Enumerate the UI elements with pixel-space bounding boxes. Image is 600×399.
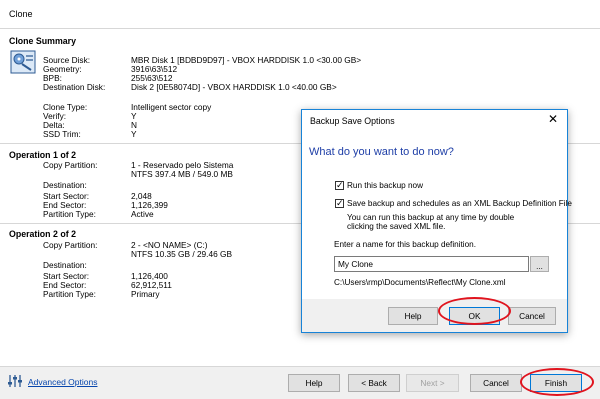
- close-icon[interactable]: ✕: [548, 112, 558, 126]
- finish-button[interactable]: Finish: [530, 374, 582, 392]
- sliders-icon[interactable]: [7, 374, 23, 388]
- back-button[interactable]: < Back: [348, 374, 400, 392]
- dialog-ok-button[interactable]: OK: [449, 307, 500, 325]
- op2-copy-partition-detail: NTFS 10.35 GB / 29.46 GB: [131, 249, 232, 259]
- name-prompt: Enter a name for this backup definition.: [334, 240, 476, 249]
- clone-type-value: Intelligent sector copy: [131, 102, 212, 112]
- save-xml-label: Save backup and schedules as an XML Back…: [347, 199, 572, 208]
- disk-clone-icon: [10, 50, 36, 74]
- ssd-trim-label: SSD Trim:: [43, 129, 81, 139]
- op2-partition-type-value: Primary: [131, 289, 160, 299]
- save-xml-checkbox[interactable]: ✓: [335, 198, 344, 208]
- help-button[interactable]: Help: [288, 374, 340, 392]
- clone-summary-heading: Clone Summary: [9, 36, 76, 46]
- op2-destination-label: Destination:: [43, 260, 87, 270]
- browse-button[interactable]: ...: [530, 256, 549, 272]
- operation-1-heading: Operation 1 of 2: [9, 150, 76, 160]
- dialog-help-button[interactable]: Help: [388, 307, 438, 325]
- op2-partition-type-label: Partition Type:: [43, 289, 96, 299]
- checkmark-icon: ✓: [336, 180, 344, 190]
- save-xml-hint-line1: You can run this backup at any time by d…: [347, 213, 515, 222]
- backup-name-input[interactable]: [334, 256, 529, 272]
- backup-save-options-dialog: Backup Save Options ✕ What do you want t…: [301, 109, 572, 333]
- save-xml-hint-line2: clicking the saved XML file.: [347, 222, 446, 231]
- op1-copy-partition-label: Copy Partition:: [43, 160, 98, 170]
- op1-partition-type-label: Partition Type:: [43, 209, 96, 219]
- cancel-button[interactable]: Cancel: [470, 374, 522, 392]
- window-titlebar: Clone: [0, 0, 600, 28]
- op1-partition-type-value: Active: [131, 209, 154, 219]
- next-button[interactable]: Next >: [406, 374, 459, 392]
- op2-copy-partition-label: Copy Partition:: [43, 240, 98, 250]
- title-divider: [0, 28, 600, 29]
- destination-disk-label: Destination Disk:: [43, 82, 106, 92]
- dialog-title: Backup Save Options: [310, 116, 395, 126]
- ssd-trim-value: Y: [131, 129, 137, 139]
- op1-copy-partition-detail: NTFS 397.4 MB / 549.0 MB: [131, 169, 233, 179]
- operation-2-heading: Operation 2 of 2: [9, 229, 76, 239]
- run-backup-checkbox[interactable]: ✓: [335, 180, 344, 190]
- dialog-footer: Help OK Cancel: [302, 297, 567, 332]
- dialog-cancel-button[interactable]: Cancel: [508, 307, 556, 325]
- xml-file-path: C:\Users\rmp\Documents\Reflect\My Clone.…: [334, 278, 506, 287]
- destination-disk-value: Disk 2 [0E58074D] - VBOX HARDDISK 1.0 <4…: [131, 82, 337, 92]
- op1-destination-label: Destination:: [43, 180, 87, 190]
- run-backup-label: Run this backup now: [347, 181, 424, 190]
- checkmark-icon: ✓: [336, 198, 344, 208]
- window-title: Clone: [9, 9, 33, 19]
- advanced-options-link[interactable]: Advanced Options: [28, 377, 97, 387]
- dialog-question: What do you want to do now?: [309, 146, 454, 158]
